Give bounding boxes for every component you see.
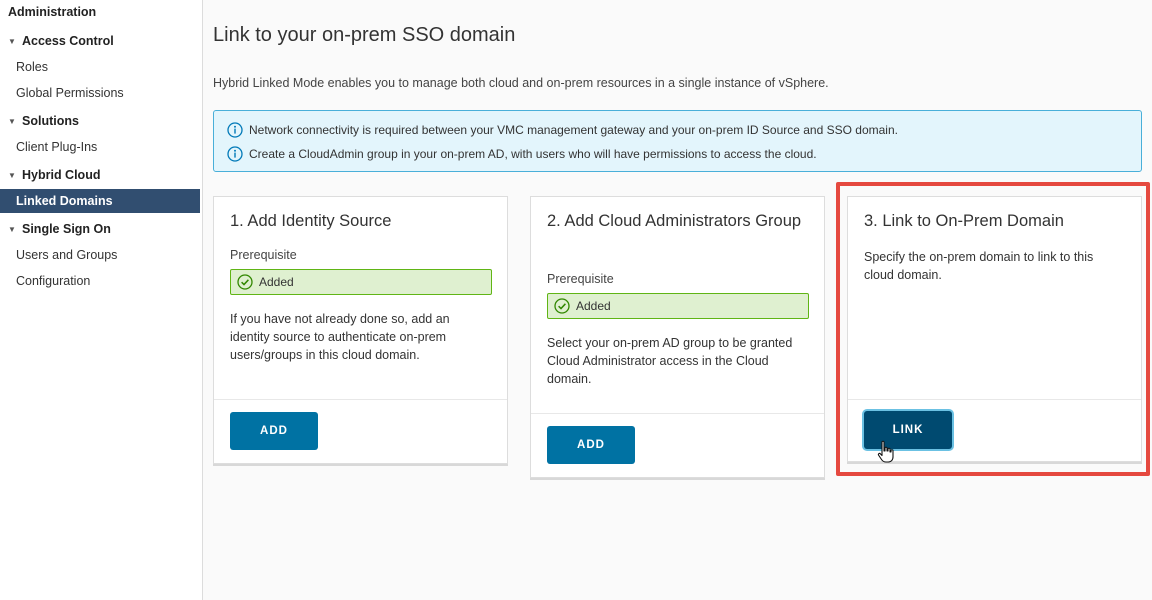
sidebar: Administration ▼ Access Control Roles Gl…	[0, 0, 203, 600]
card-description: Specify the on-prem domain to link to th…	[864, 250, 1094, 282]
sidebar-group-label: Hybrid Cloud	[22, 168, 101, 182]
add-identity-source-button[interactable]: ADD	[230, 412, 318, 450]
sidebar-group-solutions[interactable]: ▼ Solutions	[8, 112, 79, 130]
caret-down-icon: ▼	[8, 116, 16, 126]
card-title: 1. Add Identity Source	[230, 212, 392, 230]
card-add-cloud-admin-group: 2. Add Cloud Administrators Group Prereq…	[530, 196, 825, 478]
page-title: Link to your on-prem SSO domain	[213, 24, 516, 46]
prerequisite-label: Prerequisite	[547, 272, 614, 286]
status-text: Added	[576, 299, 611, 313]
card-divider	[214, 399, 507, 400]
page-description: Hybrid Linked Mode enables you to manage…	[213, 76, 829, 90]
status-badge: Added	[547, 293, 809, 319]
check-circle-icon	[554, 298, 570, 314]
alert-text: Create a CloudAdmin group in your on-pre…	[249, 147, 817, 161]
card-divider	[531, 413, 824, 414]
alert-item: Create a CloudAdmin group in your on-pre…	[227, 145, 817, 163]
sidebar-item-users-and-groups[interactable]: Users and Groups	[0, 244, 200, 266]
sidebar-group-label: Single Sign On	[22, 222, 111, 236]
hand-pointer-icon	[877, 440, 894, 463]
card-description: Select your on-prem AD group to be grant…	[547, 336, 793, 386]
prerequisite-label: Prerequisite	[230, 248, 297, 262]
caret-down-icon: ▼	[8, 224, 16, 234]
sidebar-group-label: Solutions	[22, 114, 79, 128]
card-link-on-prem-domain: 3. Link to On-Prem Domain Specify the on…	[847, 196, 1142, 462]
card-description: If you have not already done so, add an …	[230, 312, 450, 362]
sidebar-item-linked-domains[interactable]: Linked Domains	[0, 189, 200, 213]
info-alert: Network connectivity is required between…	[213, 110, 1142, 172]
card-add-identity-source: 1. Add Identity Source Prerequisite Adde…	[213, 196, 508, 464]
alert-item: Network connectivity is required between…	[227, 121, 898, 139]
caret-down-icon: ▼	[8, 170, 16, 180]
status-badge: Added	[230, 269, 492, 295]
caret-down-icon: ▼	[8, 36, 16, 46]
sidebar-item-roles[interactable]: Roles	[0, 56, 200, 78]
status-text: Added	[259, 275, 294, 289]
sidebar-item-configuration[interactable]: Configuration	[0, 270, 200, 292]
info-icon	[227, 122, 243, 138]
card-divider	[848, 399, 1141, 400]
sidebar-group-hybrid-cloud[interactable]: ▼ Hybrid Cloud	[8, 166, 100, 184]
sidebar-group-single-sign-on[interactable]: ▼ Single Sign On	[8, 220, 111, 238]
sidebar-group-access-control[interactable]: ▼ Access Control	[8, 32, 114, 50]
card-title: 2. Add Cloud Administrators Group	[547, 212, 802, 230]
sidebar-title: Administration	[8, 5, 97, 19]
check-circle-icon	[237, 274, 253, 290]
card-title: 3. Link to On-Prem Domain	[864, 212, 1064, 230]
info-icon	[227, 146, 243, 162]
sidebar-item-global-permissions[interactable]: Global Permissions	[0, 82, 200, 104]
sidebar-item-client-plug-ins[interactable]: Client Plug-Ins	[0, 136, 200, 158]
add-cloud-admin-group-button[interactable]: ADD	[547, 426, 635, 464]
alert-text: Network connectivity is required between…	[249, 123, 898, 137]
sidebar-group-label: Access Control	[22, 34, 114, 48]
